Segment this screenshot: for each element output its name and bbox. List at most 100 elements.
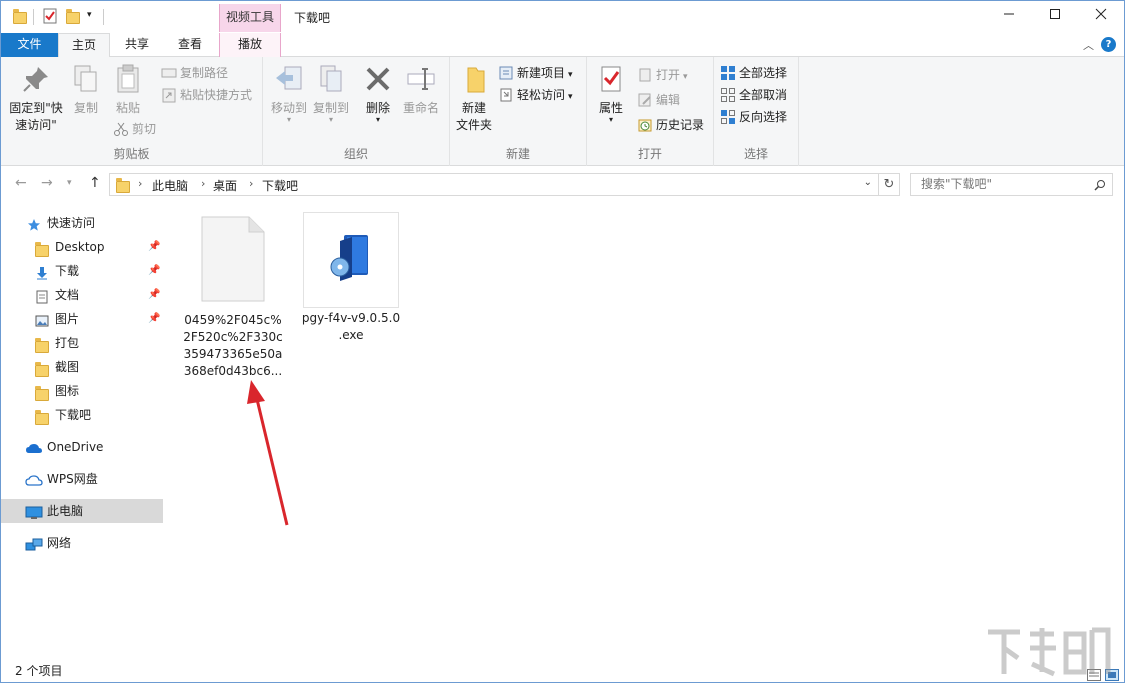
invert-selection-icon <box>720 109 736 125</box>
breadcrumb-current[interactable]: 下载吧 <box>262 177 298 194</box>
nav-onedrive[interactable]: OneDrive <box>1 435 163 459</box>
new-folder-button[interactable]: 新建 文件夹 <box>454 63 494 133</box>
properties-quick-icon[interactable] <box>42 8 58 26</box>
pin-quick-access-button[interactable]: 固定到"快 速访问" <box>7 63 65 133</box>
history-button[interactable]: 历史记录 <box>637 115 704 135</box>
tab-file[interactable]: 文件 <box>1 33 58 57</box>
address-bar[interactable]: › 此电脑 › 桌面 › 下载吧 ⌄ <box>109 173 879 196</box>
delete-button[interactable]: 删除 ▾ <box>361 63 395 124</box>
help-icon[interactable]: ? <box>1101 37 1116 52</box>
nav-item-xiazaiba[interactable]: 下载吧 <box>1 403 163 427</box>
easy-access-button[interactable]: 轻松访问 ▾ <box>498 85 573 105</box>
new-item-icon <box>498 65 514 81</box>
search-input[interactable]: 搜索"下载吧" <box>910 173 1113 196</box>
file-item[interactable]: pgy-f4v-v9.0.5.0 .exe <box>299 212 403 344</box>
easy-access-label: 轻松访问 <box>517 88 566 102</box>
paste-shortcut-button[interactable]: 粘贴快捷方式 <box>161 85 252 105</box>
open-label: 打开 <box>656 68 681 82</box>
move-to-label: 移动到 <box>270 101 307 115</box>
up-arrow-icon[interactable]: ↑ <box>89 175 101 191</box>
open-group-label: 打开 <box>637 147 662 161</box>
maximize-icon <box>1050 9 1060 19</box>
paste-button[interactable]: 粘贴 <box>109 63 147 116</box>
history-label: 历史记录 <box>656 118 705 132</box>
refresh-icon[interactable]: ↻ <box>878 173 900 196</box>
customize-quick-access-icon[interactable]: ▾ <box>87 10 92 28</box>
move-to-dropdown-icon: ▾ <box>286 115 291 124</box>
properties-button[interactable]: 属性 ▾ <box>593 63 629 124</box>
select-all-button[interactable]: 全部选择 <box>720 63 787 83</box>
clipboard-group: 固定到"快 速访问" 复制 粘贴 复制路径 粘贴快捷方式 剪切 剪贴板 <box>1 57 263 166</box>
copy-to-button[interactable]: 复制到 ▾ <box>309 63 353 124</box>
address-folder-icon <box>116 177 130 196</box>
minimize-button[interactable] <box>986 1 1032 33</box>
organize-group: 移动到 ▾ 复制到 ▾ 删除 ▾ 重命名 组织 <box>263 57 450 166</box>
new-folder-label-2: 文件夹 <box>455 118 492 132</box>
organize-group-label: 组织 <box>343 147 368 161</box>
select-none-icon <box>720 87 736 103</box>
rename-icon <box>405 63 437 95</box>
edit-button[interactable]: 编辑 <box>637 90 680 110</box>
tab-view[interactable]: 查看 <box>164 33 216 57</box>
tab-play[interactable]: 播放 <box>219 33 281 57</box>
properties-check-icon <box>595 63 627 95</box>
copy-button[interactable]: 复制 <box>67 63 105 116</box>
divider <box>33 9 34 25</box>
copy-path-label: 复制路径 <box>180 66 229 80</box>
cut-label: 剪切 <box>132 122 157 136</box>
file-item[interactable]: 0459%2F045c% 2F520c%2F330c 359473365e50a… <box>183 212 283 380</box>
nav-item-documents[interactable]: 文档 📌 <box>1 283 163 307</box>
file-name-line: 359473365e50a <box>183 347 283 361</box>
new-item-button[interactable]: 新建项目 ▾ <box>498 63 573 83</box>
properties-label: 属性 <box>598 101 623 115</box>
rename-button[interactable]: 重命名 <box>399 63 443 116</box>
address-dropdown-icon[interactable]: ⌄ <box>864 177 872 188</box>
move-to-icon <box>273 63 305 95</box>
back-arrow-icon[interactable]: ← <box>15 175 27 191</box>
download-arrow-icon <box>35 264 51 280</box>
file-list: 0459%2F045c% 2F520c%2F330c 359473365e50a… <box>171 202 1124 657</box>
invert-selection-button[interactable]: 反向选择 <box>720 107 787 127</box>
clipboard-group-label: 剪贴板 <box>113 147 150 161</box>
nav-item-pack[interactable]: 打包 <box>1 331 163 355</box>
nav-network[interactable]: 网络 <box>1 531 163 555</box>
select-none-button[interactable]: 全部取消 <box>720 85 787 105</box>
collapse-ribbon-icon[interactable]: ︿ <box>1083 37 1094 53</box>
breadcrumb-this-pc[interactable]: 此电脑 <box>152 177 188 194</box>
file-name-line: .exe <box>338 328 364 342</box>
copy-to-icon <box>315 63 347 95</box>
close-icon <box>1095 8 1107 20</box>
nav-wps-cloud[interactable]: WPS网盘 <box>1 467 163 491</box>
select-group: 全部选择 全部取消 反向选择 选择 <box>714 57 799 166</box>
search-icon[interactable] <box>1094 174 1106 198</box>
easy-access-dropdown-icon: ▾ <box>568 92 573 102</box>
copy-icon <box>70 63 102 95</box>
move-to-button[interactable]: 移动到 ▾ <box>267 63 311 124</box>
recent-locations-icon[interactable]: ▾ <box>67 178 72 188</box>
nav-this-pc[interactable]: 此电脑 <box>1 499 163 523</box>
nav-item-desktop[interactable]: Desktop 📌 <box>1 235 163 259</box>
tab-home[interactable]: 主页 <box>58 33 110 58</box>
cut-button[interactable]: 剪切 <box>113 119 156 139</box>
nav-quick-access[interactable]: 快速访问 <box>1 211 163 235</box>
forward-arrow-icon[interactable]: → <box>41 175 53 191</box>
select-none-label: 全部取消 <box>739 88 788 102</box>
close-button[interactable] <box>1078 1 1124 33</box>
breadcrumb-desktop[interactable]: 桌面 <box>213 177 237 194</box>
new-folder-quick-icon[interactable] <box>66 8 80 26</box>
nav-item-icons[interactable]: 图标 <box>1 379 163 403</box>
copy-to-label: 复制到 <box>312 101 349 115</box>
tab-share[interactable]: 共享 <box>111 33 163 57</box>
nav-item-screenshots[interactable]: 截图 <box>1 355 163 379</box>
open-button[interactable]: 打开 ▾ <box>637 65 688 85</box>
pin-label-2: 速访问" <box>15 118 57 132</box>
maximize-button[interactable] <box>1032 1 1078 33</box>
copy-path-button[interactable]: 复制路径 <box>161 63 228 83</box>
red-arrow-annotation <box>247 380 289 526</box>
item-count: 2 个项目 <box>15 664 63 678</box>
copy-to-dropdown-icon: ▾ <box>328 115 333 124</box>
nav-item-downloads[interactable]: 下载 📌 <box>1 259 163 283</box>
star-icon <box>27 216 43 231</box>
cloud-icon <box>25 440 42 454</box>
nav-item-pictures[interactable]: 图片 📌 <box>1 307 163 331</box>
